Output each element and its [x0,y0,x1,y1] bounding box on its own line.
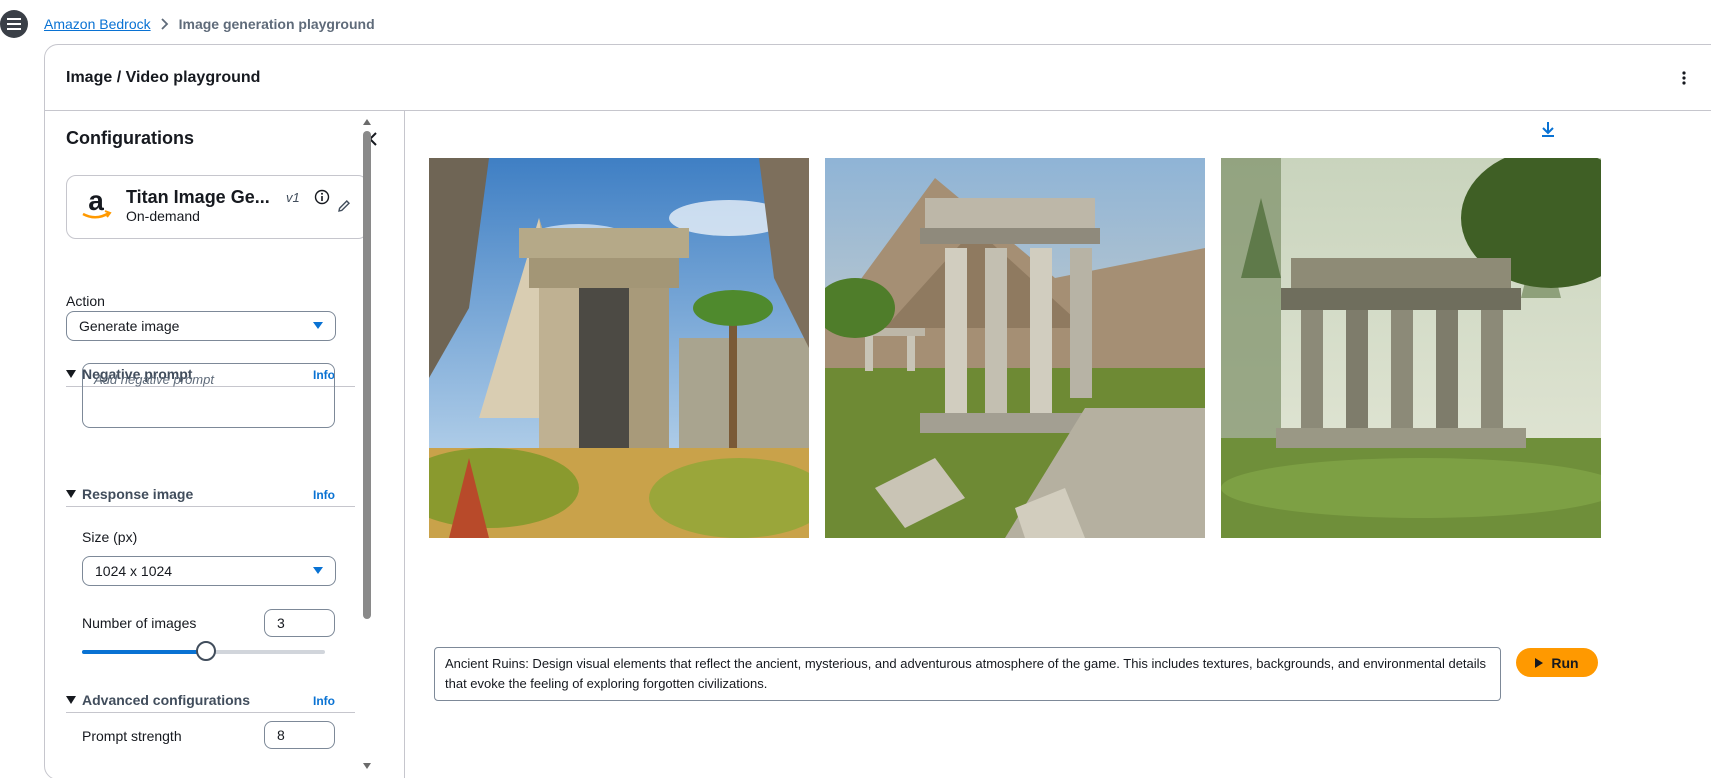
model-name: Titan Image Ge... [126,187,270,207]
generated-image-1-picture [429,158,809,538]
negative-prompt-placeholder: Add negative prompt [94,372,214,387]
svg-text:a: a [88,188,104,216]
number-of-images-value: 3 [277,615,285,631]
prompt-input[interactable]: Ancient Ruins: Design visual elements th… [434,647,1501,701]
dropdown-caret-icon [313,322,323,329]
amazon-logo: a [82,188,112,219]
caret-down-icon [66,370,76,378]
advanced-configurations-info-link[interactable]: Info [313,694,335,708]
action-select[interactable]: Generate image [66,311,336,341]
response-image-info-link[interactable]: Info [313,488,335,502]
caret-down-icon [66,490,76,498]
breadcrumb: Amazon Bedrock Image generation playgrou… [44,16,375,32]
vertical-ellipsis-icon [1682,71,1686,85]
more-actions-button[interactable] [1674,67,1694,89]
number-of-images-input[interactable]: 3 [264,609,335,637]
number-of-images-label: Number of images [82,615,197,631]
playground-container: Image / Video playground Configurations … [44,44,1711,778]
prompt-strength-value: 8 [277,727,285,743]
response-image-section[interactable]: Response image Info [66,485,355,507]
dropdown-caret-icon [313,567,323,574]
action-label: Action [66,293,105,309]
generated-image-2[interactable] [825,158,1205,538]
size-select-value: 1024 x 1024 [95,563,173,579]
run-button[interactable]: Run [1516,648,1598,677]
model-inference-mode: On-demand [126,208,200,224]
model-version: v1 [286,190,300,205]
prompt-strength-input[interactable]: 8 [264,721,335,749]
page-title: Image / Video playground [66,68,261,86]
menu-button[interactable] [0,10,28,38]
generated-image-3-picture [1221,158,1601,538]
size-label: Size (px) [82,529,138,545]
generated-image-3[interactable] [1221,158,1601,538]
chevron-right-icon [160,18,168,30]
advanced-configurations-section[interactable]: Advanced configurations Info [66,691,355,713]
model-card[interactable]: a Titan Image Ge... v1 On-demand [66,175,368,239]
scroll-down-arrow-icon[interactable] [363,763,371,769]
scrollbar-thumb[interactable] [363,131,371,619]
edit-pencil-icon[interactable] [336,198,352,214]
advanced-configurations-title: Advanced configurations [82,692,251,708]
run-button-label: Run [1551,654,1579,671]
negative-prompt-input[interactable]: Add negative prompt [82,363,335,428]
output-area: Ancient Ruins: Design visual elements th… [406,111,1711,778]
play-icon [1535,657,1544,668]
breadcrumb-current-page: Image generation playground [178,16,375,32]
hamburger-icon [7,18,21,30]
configurations-panel: Configurations a Titan Image Ge... v1 On… [45,111,405,778]
prompt-strength-label: Prompt strength [82,728,182,744]
scroll-up-arrow-icon[interactable] [363,119,371,125]
configurations-title: Configurations [66,128,194,148]
size-select[interactable]: 1024 x 1024 [82,556,336,586]
response-image-title: Response image [82,486,194,502]
playground-header: Image / Video playground [45,45,1711,111]
slider-fill [82,650,206,654]
sidebar-scrollbar[interactable] [360,111,374,778]
breadcrumb-amazon-bedrock[interactable]: Amazon Bedrock [44,16,151,32]
action-select-value: Generate image [79,318,180,334]
generated-image-2-picture [825,158,1205,538]
slider-thumb[interactable] [195,641,216,661]
generated-image-1[interactable] [429,158,809,538]
download-icon[interactable] [1538,119,1558,139]
caret-down-icon [66,696,76,704]
info-icon[interactable] [314,189,330,205]
prompt-text: Ancient Ruins: Design visual elements th… [445,656,1487,691]
